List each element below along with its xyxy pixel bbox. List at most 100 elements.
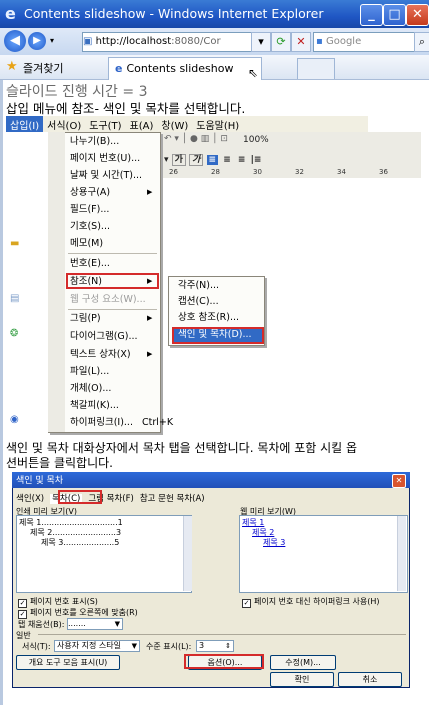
- content-frame-edge: [0, 80, 3, 705]
- address-dropdown-icon[interactable]: ▾: [251, 32, 271, 52]
- menu-item-hyperlink[interactable]: 하이퍼링크(I)... Ctrl+K: [70, 415, 173, 430]
- levels-stepper[interactable]: 3 ⇕: [196, 640, 234, 652]
- formats-value: 사용자 지정 스타일: [57, 641, 121, 650]
- print-preview-scrollbar[interactable]: [183, 516, 192, 591]
- instruction-1: 삽입 메뉴에 참조- 색인 및 목차를 선택합니다.: [6, 101, 246, 116]
- address-rest: :8080/Cor: [171, 36, 221, 47]
- menu-item-break[interactable]: 나누기(B)...: [70, 134, 158, 149]
- menu-item-object[interactable]: 개체(O)...: [70, 381, 158, 396]
- tab-authorities[interactable]: 참고 문헌 목차(A): [140, 494, 205, 504]
- use-hyperlinks-label: 페이지 번호 대신 하이퍼링크 사용(H): [254, 597, 380, 606]
- insert-menu-icon-strip: [48, 132, 65, 432]
- menu-item-bookmark[interactable]: 책갈피(K)...: [70, 398, 158, 413]
- modify-button[interactable]: 수정(M)...: [270, 655, 336, 670]
- tab-leader-select[interactable]: ....... ▼: [67, 618, 123, 630]
- history-dropdown-icon[interactable]: ▾: [50, 36, 54, 45]
- address-input[interactable]: ▣ http://localhost:8080/Cor: [82, 32, 252, 52]
- favorites-label[interactable]: 즐겨찾기: [23, 60, 63, 76]
- use-hyperlinks-checkbox[interactable]: ✓ 페이지 번호 대신 하이퍼링크 사용(H): [242, 596, 379, 608]
- stop-icon[interactable]: ✕: [291, 32, 311, 52]
- submenu-arrow-icon: ▶: [147, 188, 153, 196]
- google-logo-icon: ▪: [316, 36, 326, 47]
- hyperlink-label: 하이퍼링크(I)...: [70, 417, 133, 428]
- ruler-tick: 30: [253, 168, 262, 176]
- menu-item-date-time[interactable]: 날짜 및 시간(T)...: [70, 168, 158, 183]
- menu-item-symbol[interactable]: 기호(S)...: [70, 219, 158, 234]
- menu-window[interactable]: 창(W): [157, 116, 192, 132]
- hyperlink-icon: ◉: [10, 414, 19, 425]
- menu-insert[interactable]: 삽입(I): [6, 116, 44, 132]
- back-button[interactable]: ◀: [4, 30, 26, 52]
- star-icon[interactable]: ★: [6, 59, 18, 74]
- menu-item-picture[interactable]: 그림(P): [70, 311, 158, 326]
- zoom-value: 100%: [243, 135, 269, 145]
- tab-index[interactable]: 색인(X): [16, 494, 44, 504]
- levels-label: 수준 표시(L):: [146, 642, 192, 651]
- submenu-arrow-icon: ▶: [147, 350, 153, 358]
- search-placeholder: Google: [325, 36, 362, 47]
- menu-item-numbering[interactable]: 번호(E)...: [70, 256, 158, 271]
- cancel-button[interactable]: 취소: [338, 672, 402, 687]
- index-toc-highlight: [172, 327, 264, 344]
- menu-table[interactable]: 표(A): [126, 116, 158, 132]
- format-buttons: ▾ 가 가 ≡ ≡ ≡ |≡: [164, 154, 262, 166]
- ok-button[interactable]: 확인: [270, 672, 334, 687]
- refresh-icon[interactable]: ⟳: [271, 32, 291, 52]
- menu-item-file[interactable]: 파일(L)...: [70, 364, 158, 379]
- menu-item-diagram[interactable]: 다이어그램(G)...: [70, 329, 158, 344]
- ruler-tick: 26: [169, 168, 178, 176]
- show-page-numbers-label: 페이지 번호 표시(S): [30, 597, 98, 606]
- tab-contents-slideshow[interactable]: e Contents slideshow: [108, 57, 262, 80]
- diagram-icon: ❂: [10, 328, 19, 339]
- address-host: http://localhost: [95, 36, 172, 47]
- preview-line-3: 제목 3....................5: [41, 537, 119, 548]
- levels-value: 3: [199, 641, 205, 650]
- preview-line-2-text: 제목 2.........................: [30, 528, 116, 537]
- word-menubar: 삽입(I) 서식(O) 도구(T) 표(A) 창(W) 도움말(H): [6, 116, 368, 132]
- dialog-title-bar: [12, 472, 410, 488]
- preview-line-1-page: 1: [117, 518, 123, 527]
- menu-item-comment[interactable]: 메모(M): [70, 236, 158, 251]
- outline-toolbar-button[interactable]: 개요 도구 모음 표시(U): [16, 655, 120, 670]
- ruler-tick: 28: [211, 168, 220, 176]
- web-preview-scrollbar[interactable]: [397, 516, 406, 591]
- right-align-label: 페이지 번호를 오른쪽에 맞춤(R): [30, 608, 138, 617]
- checkbox-checked-icon: ✓: [18, 610, 27, 619]
- preview-line-2-page: 3: [115, 528, 122, 537]
- submenu-item-footnote[interactable]: 각주(N)...: [178, 278, 219, 294]
- mouse-cursor-icon: ⇖: [248, 66, 259, 80]
- checkbox-checked-icon: ✓: [242, 599, 251, 608]
- menu-item-field[interactable]: 필드(F)...: [70, 202, 158, 217]
- menu-tools[interactable]: 도구(T): [85, 116, 125, 132]
- menu-item-web-component: 웹 구성 요소(W)...: [70, 294, 146, 305]
- dialog-tabs: 색인(X) 목차(C) 그림 목차(F) 참고 문헌 목차(A): [16, 492, 205, 504]
- stepper-arrows-icon: ⇕: [225, 642, 231, 650]
- left-rail: [6, 132, 48, 422]
- menu-item-page-number[interactable]: 페이지 번호(U)...: [70, 151, 158, 166]
- web-preview-link-3[interactable]: 제목 3: [263, 537, 285, 548]
- submenu-item-cross-reference[interactable]: 상호 참조(R)...: [178, 310, 239, 326]
- formats-label: 서식(T):: [22, 642, 51, 651]
- submenu-arrow-icon: ▶: [147, 314, 153, 322]
- forward-button[interactable]: ▶: [28, 32, 46, 50]
- formats-select[interactable]: 사용자 지정 스타일 ▼: [54, 640, 140, 652]
- ruler-tick: 36: [379, 168, 388, 176]
- menu-help[interactable]: 도움말(H): [192, 116, 243, 132]
- submenu-item-caption[interactable]: 캡션(C)...: [178, 294, 219, 310]
- window-title: Contents slideshow - Windows Internet Ex…: [24, 6, 324, 21]
- new-tab-button[interactable]: [297, 58, 335, 79]
- search-icon[interactable]: ⌕: [414, 32, 429, 52]
- web-component-icon: ▤: [10, 293, 20, 304]
- menu-format[interactable]: 서식(O): [43, 116, 85, 132]
- undo-icon: ↶ ▾ │ ● ▥ │ ⊡: [164, 134, 228, 144]
- maximize-button[interactable]: □: [383, 4, 406, 26]
- menu-item-autotext[interactable]: 상용구(A): [70, 185, 158, 200]
- close-button[interactable]: ✕: [406, 4, 429, 26]
- search-input[interactable]: ▪ Google: [313, 32, 415, 52]
- menu-item-text-box[interactable]: 텍스트 상자(X): [70, 347, 158, 362]
- tab-leader-label: 탭 채움선(B):: [18, 620, 65, 629]
- instruction-2-line2: 션버튼을 클릭합니다.: [6, 456, 113, 470]
- dialog-close-button[interactable]: ✕: [392, 474, 406, 488]
- ruler-tick: 34: [337, 168, 346, 176]
- minimize-button[interactable]: _: [360, 4, 383, 26]
